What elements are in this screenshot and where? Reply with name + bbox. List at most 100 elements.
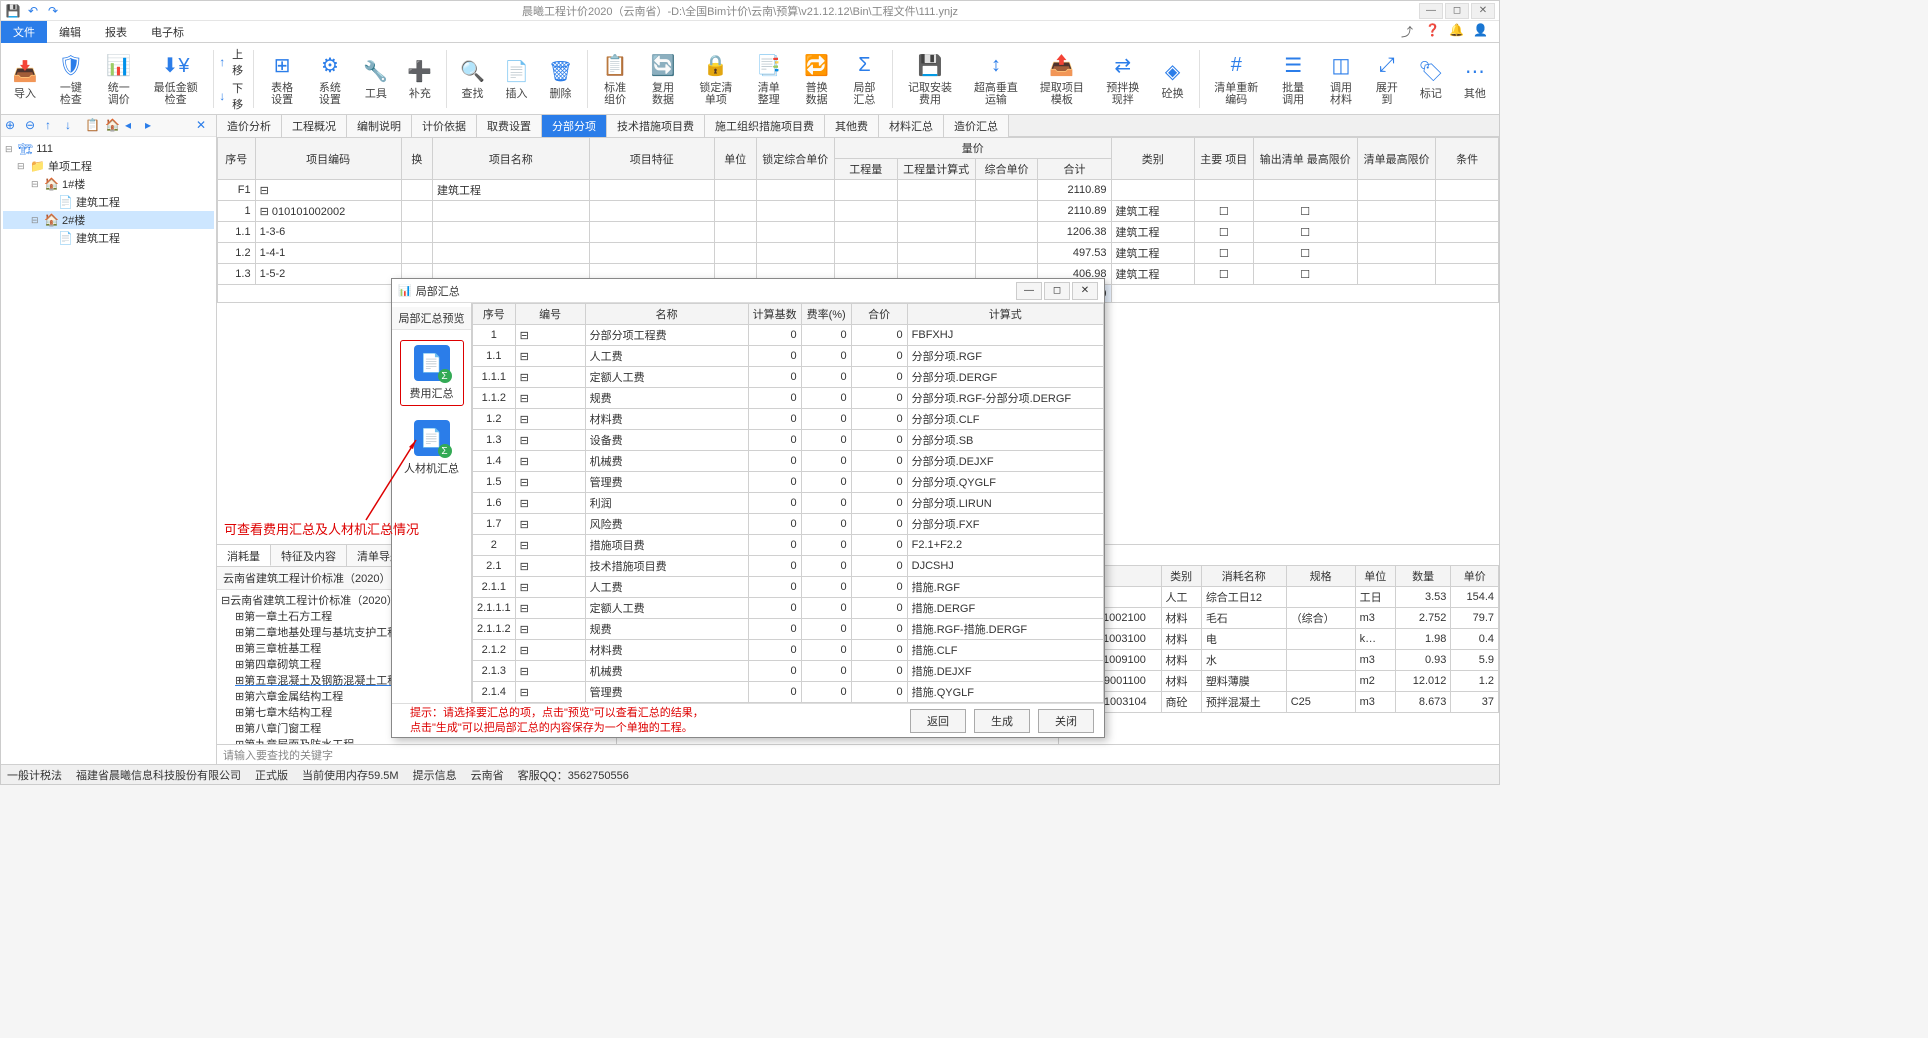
material-row[interactable]: 50209001100材料塑料薄膜m212.0121.2	[1059, 671, 1499, 692]
ribbon-check[interactable]: 🛡一键检查	[49, 50, 93, 108]
ribbon-batchadj[interactable]: ☰批量调用	[1271, 50, 1315, 108]
ribbon-supp[interactable]: ➕补充	[400, 56, 440, 102]
ribbon-reuse[interactable]: 🔄复用数据	[641, 50, 685, 108]
ribbon-syscfg[interactable]: ⚙系统设置	[308, 50, 352, 108]
dialog-row[interactable]: 2.1.1.1⊟定额人工费000措施.DERGF	[473, 598, 1104, 619]
material-row[interactable]: 1人工综合工日12工日3.53154.4	[1059, 587, 1499, 608]
search-bar[interactable]: 请输入要查找的关键字	[217, 744, 1499, 764]
help-icon[interactable]: ⤴	[1401, 23, 1419, 41]
opt-fee-summary[interactable]: 📄 费用汇总	[400, 340, 464, 406]
dialog-row[interactable]: 2.1.3⊟机械费000措施.DEJXF	[473, 661, 1104, 682]
ribbon-other[interactable]: ⋯其他	[1455, 56, 1495, 102]
tree-up-icon[interactable]: ↑	[45, 118, 61, 134]
subtab-3[interactable]: 计价依据	[412, 115, 477, 137]
ribbon-down[interactable]: ↓下移	[219, 80, 247, 112]
subtab-5[interactable]: 分部分项	[542, 115, 607, 137]
dialog-row[interactable]: 1.6⊟利润000分部分项.LIRUN	[473, 493, 1104, 514]
dialog-gen-button[interactable]: 生成	[974, 709, 1030, 733]
minimize-button[interactable]: —	[1419, 3, 1443, 19]
dialog-row[interactable]: 2.1⊟技术措施项目费000DJCSHJ	[473, 556, 1104, 577]
ribbon-meminst[interactable]: 💾记取安装 费用	[899, 50, 961, 108]
ribbon-expand[interactable]: ⤢展开到	[1367, 50, 1407, 108]
tree-add-icon[interactable]: ⊕	[5, 118, 21, 134]
menu-edit[interactable]: 编辑	[47, 21, 93, 43]
dialog-row[interactable]: 1.1.1⊟定额人工费000分部分项.DERGF	[473, 367, 1104, 388]
ribbon-adjmat[interactable]: ◫调用材料	[1319, 50, 1363, 108]
tree-home-icon[interactable]: 🏠	[105, 118, 121, 134]
grid-row[interactable]: 1.1 1-3-61206.38建筑工程☐☐	[218, 222, 1499, 243]
subtab-4[interactable]: 取费设置	[477, 115, 542, 137]
qat-redo-icon[interactable]: ↷	[45, 3, 61, 19]
user-icon[interactable]: 👤	[1473, 23, 1491, 41]
ribbon-mincheck[interactable]: ⬇¥最低金额 检查	[145, 50, 207, 108]
ribbon-locklist[interactable]: 🔒锁定清 单项	[689, 50, 743, 108]
ribbon-listrenum[interactable]: #清单重新 编码	[1205, 50, 1267, 108]
tree-down-icon[interactable]: ↓	[65, 118, 81, 134]
material-row[interactable]: 20411002100材料毛石（综合）m32.75279.7	[1059, 608, 1499, 629]
dialog-close-button[interactable]: ✕	[1072, 282, 1098, 300]
material-row[interactable]: 33411003100材料电k…1.980.4	[1059, 629, 1499, 650]
dialog-row[interactable]: 1.2⊟材料费000分部分项.CLF	[473, 409, 1104, 430]
dialog-back-button[interactable]: 返回	[910, 709, 966, 733]
material-row[interactable]: 43411009100材料水m30.935.9	[1059, 650, 1499, 671]
subtab-0[interactable]: 造价分析	[217, 115, 282, 137]
dialog-row[interactable]: 2.1.4⊟管理费000措施.QYGLF	[473, 682, 1104, 703]
ribbon-listarr[interactable]: 📑清单整理	[747, 50, 791, 108]
dialog-row[interactable]: 1.5⊟管理费000分部分项.QYGLF	[473, 472, 1104, 493]
dialog-max-button[interactable]: ◻	[1044, 282, 1070, 300]
settings-icon[interactable]: ❓	[1425, 23, 1443, 41]
dialog-row[interactable]: 1.4⊟机械费000分部分项.DEJXF	[473, 451, 1104, 472]
material-row[interactable]: 68021003104商砼预拌混凝土C25m38.67337	[1059, 692, 1499, 713]
ribbon-preswap[interactable]: ⇄预拌换现拌	[1097, 50, 1149, 108]
dialog-row[interactable]: 1.1⊟人工费000分部分项.RGF	[473, 346, 1104, 367]
tree-collapse-icon[interactable]: ▸	[145, 118, 161, 134]
ribbon-delete[interactable]: 🗑删除	[541, 56, 581, 102]
dialog-row[interactable]: 1.3⊟设备费000分部分项.SB	[473, 430, 1104, 451]
dialog-row[interactable]: 2.1.1.2⊟规费000措施.RGF-措施.DERGF	[473, 619, 1104, 640]
dialog-row[interactable]: 2.1.2⊟材料费000措施.CLF	[473, 640, 1104, 661]
ribbon-mark[interactable]: 🏷标记	[1411, 56, 1451, 102]
qat-undo-icon[interactable]: ↶	[25, 3, 41, 19]
ribbon-bid[interactable]: ◈砼换	[1153, 56, 1193, 102]
tree-b2c[interactable]: 📄建筑工程	[3, 229, 214, 247]
opt-rcj-summary[interactable]: 📄 人材机汇总	[400, 416, 464, 480]
menu-ebid[interactable]: 电子标	[139, 21, 196, 43]
restore-button[interactable]: ◻	[1445, 3, 1469, 19]
grid-row[interactable]: 1⊟ 0101010020022110.89建筑工程☐☐	[218, 201, 1499, 222]
subtab-1[interactable]: 工程概况	[282, 115, 347, 137]
tree-b2[interactable]: ⊟🏠2#楼	[3, 211, 214, 229]
tree-expand-icon[interactable]: ◂	[125, 118, 141, 134]
close-button[interactable]: ✕	[1471, 3, 1495, 19]
dialog-close-button2[interactable]: 关闭	[1038, 709, 1094, 733]
menu-file[interactable]: 文件	[1, 21, 47, 43]
ribbon-tablecfg[interactable]: ⊞表格设置	[260, 50, 304, 108]
grid-row[interactable]: 1.2 1-4-1497.53建筑工程☐☐	[218, 243, 1499, 264]
tree-del-icon[interactable]: ⊖	[25, 118, 41, 134]
subtab-10[interactable]: 造价汇总	[944, 115, 1009, 137]
tree-copy-icon[interactable]: 📋	[85, 118, 101, 134]
dialog-row[interactable]: 2.1.1⊟人工费000措施.RGF	[473, 577, 1104, 598]
ribbon-superh[interactable]: ↕超高垂直 运输	[965, 50, 1027, 108]
tree-b1c[interactable]: 📄建筑工程	[3, 193, 214, 211]
ribbon-stdprice[interactable]: 📋标准组价	[593, 50, 637, 108]
tree-b1[interactable]: ⊟🏠1#楼	[3, 175, 214, 193]
bottom-tab-1[interactable]: 特征及内容	[271, 545, 347, 566]
tree-root[interactable]: ⊟🏗111	[3, 141, 214, 157]
ribbon-adjust[interactable]: 📊统一调价	[97, 50, 141, 108]
ribbon-partial[interactable]: Σ局部汇总	[843, 50, 887, 108]
ribbon-find[interactable]: 🔍查找	[453, 56, 493, 102]
ribbon-import[interactable]: 📥导入	[5, 56, 45, 102]
subtab-7[interactable]: 施工组织措施项目费	[705, 115, 825, 137]
ribbon-insert[interactable]: 📄插入	[497, 56, 537, 102]
subtab-9[interactable]: 材料汇总	[879, 115, 944, 137]
dialog-row[interactable]: 1⊟分部分项工程费000FBFXHJ	[473, 325, 1104, 346]
notify-icon[interactable]: 🔔	[1449, 23, 1467, 41]
dialog-row[interactable]: 1.7⊟风险费000分部分项.FXF	[473, 514, 1104, 535]
ribbon-extract[interactable]: 📤提取项目 模板	[1031, 50, 1093, 108]
grid-row[interactable]: F1⊟ 建筑工程2110.89	[218, 180, 1499, 201]
subtab-8[interactable]: 其他费	[825, 115, 879, 137]
subtab-2[interactable]: 编制说明	[347, 115, 412, 137]
dialog-row[interactable]: 1.1.2⊟规费000分部分项.RGF-分部分项.DERGF	[473, 388, 1104, 409]
dialog-min-button[interactable]: —	[1016, 282, 1042, 300]
qat-save-icon[interactable]: 💾	[5, 3, 21, 19]
